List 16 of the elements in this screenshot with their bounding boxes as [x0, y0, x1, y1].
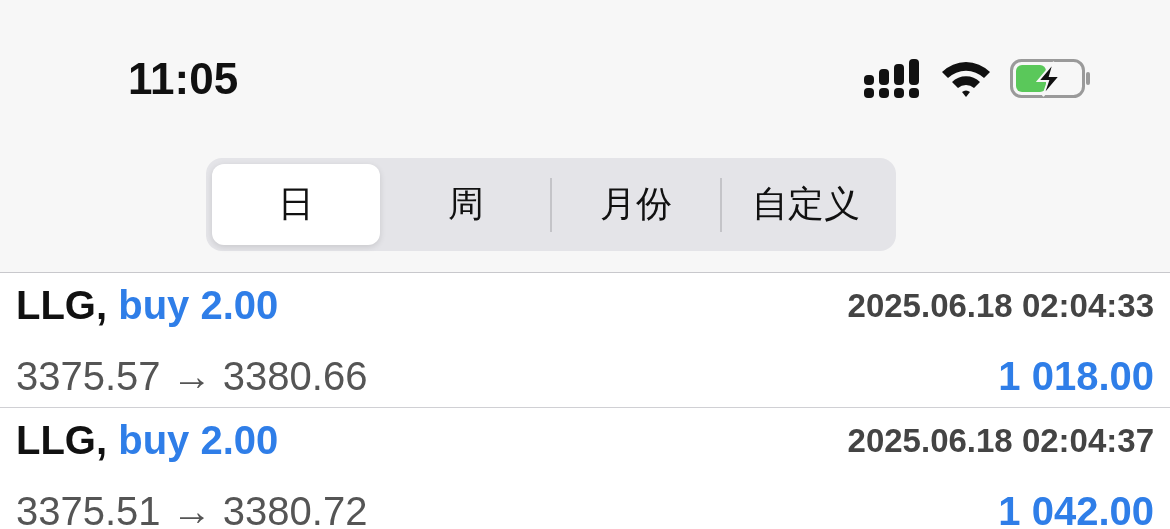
- period-tab[interactable]: 自定义: [722, 164, 890, 245]
- battery-charging-icon: [1010, 59, 1092, 99]
- trade-profit: 1 042.00: [998, 489, 1154, 529]
- trade-prices: 3375.51 → 3380.72: [16, 489, 368, 529]
- period-tab[interactable]: 周: [382, 164, 550, 245]
- trade-time: 2025.06.18 02:04:33: [847, 286, 1154, 325]
- trade-title: LLG, buy 2.00: [16, 283, 279, 328]
- period-tab[interactable]: 日: [212, 164, 380, 245]
- trade-time: 2025.06.18 02:04:37: [847, 421, 1154, 460]
- signal-icon: [864, 59, 922, 99]
- period-tab[interactable]: 月份: [552, 164, 720, 245]
- trade-title: LLG, buy 2.00: [16, 418, 279, 463]
- status-time: 11:05: [128, 54, 239, 104]
- wifi-icon: [940, 60, 992, 98]
- trade-prices: 3375.57 → 3380.66: [16, 354, 368, 399]
- trade-profit: 1 018.00: [998, 354, 1154, 399]
